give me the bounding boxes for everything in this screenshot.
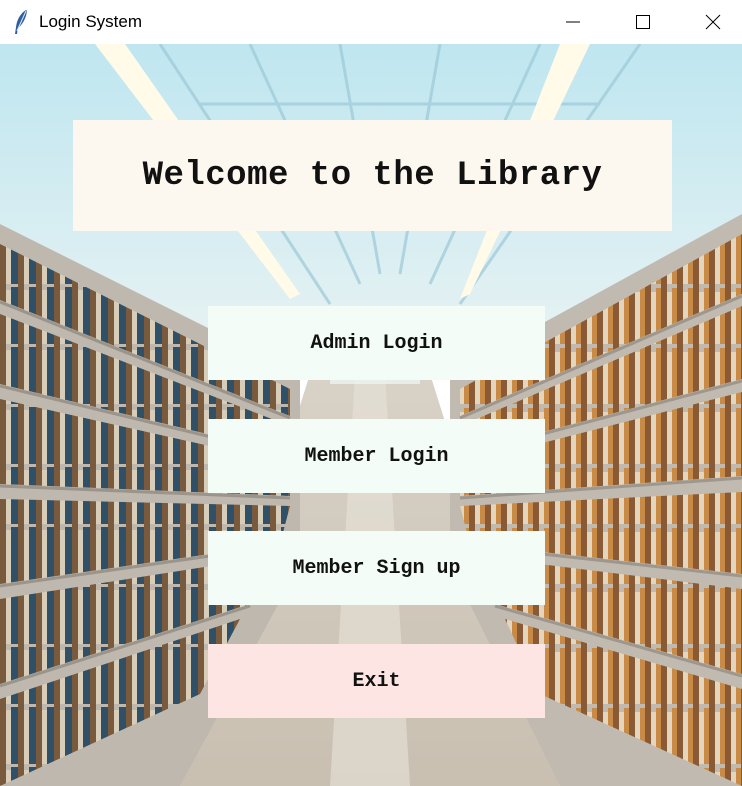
- exit-button[interactable]: Exit: [208, 644, 545, 718]
- app-window: Login System Welcome to the Library Admi…: [0, 0, 742, 786]
- member-login-button[interactable]: Member Login: [208, 419, 545, 493]
- window-title: Login System: [39, 12, 142, 31]
- maximize-button[interactable]: [620, 0, 666, 44]
- feather-icon: [15, 10, 27, 34]
- minimize-icon: [566, 21, 580, 23]
- maximize-icon: [636, 15, 650, 29]
- close-icon: [705, 14, 721, 30]
- admin-login-button[interactable]: Admin Login: [208, 306, 545, 380]
- member-signup-button[interactable]: Member Sign up: [208, 531, 545, 605]
- close-button[interactable]: [690, 0, 736, 44]
- welcome-heading: Welcome to the Library: [142, 156, 603, 195]
- minimize-button[interactable]: [550, 0, 596, 44]
- title-bar: Login System: [0, 0, 742, 44]
- welcome-banner: Welcome to the Library: [73, 120, 672, 231]
